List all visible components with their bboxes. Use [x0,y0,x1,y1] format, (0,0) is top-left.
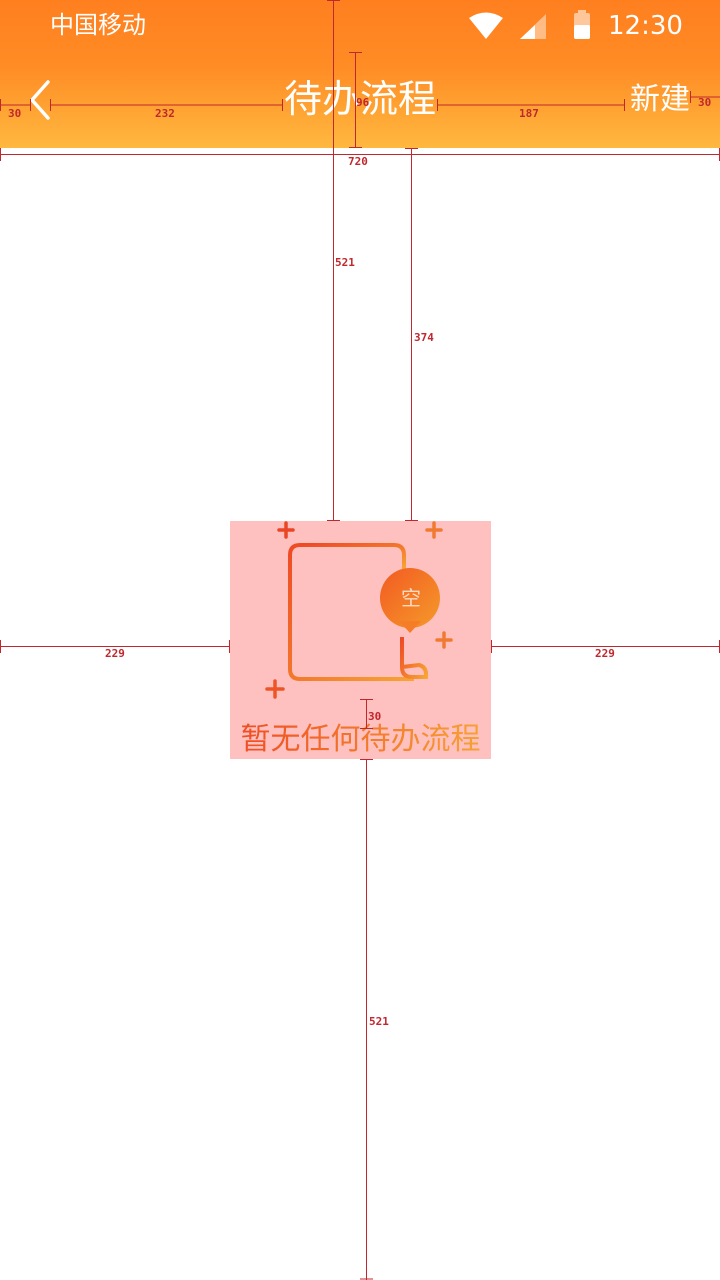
empty-badge-label: 空 [401,586,421,610]
page-title: 待办流程 [283,77,436,121]
new-button[interactable]: 新建 [630,80,690,120]
status-bar: 中国移动 12:30 [0,0,720,52]
empty-message: 暂无任何待办流程 [230,721,491,759]
dim-label-screen-width: 720 [348,155,368,168]
empty-state: 空 暂无任何待办流程 [230,521,491,759]
clock: 12:30 [608,11,683,41]
empty-document-icon [265,521,453,699]
signal-icon [520,14,546,39]
dim-label-text-bottom: 521 [369,1015,389,1028]
app-header: 中国移动 12:30 待办流程 新建 [0,0,720,148]
dim-label-icon-right: 229 [595,647,615,660]
dim-label-icon-left: 229 [105,647,125,660]
nav-bar: 待办流程 新建 [0,52,720,148]
wifi-icon [469,12,503,39]
dim-label-icon-top-bar: 374 [414,331,434,344]
dim-label-icon-top: 521 [335,256,355,269]
carrier-label: 中国移动 [50,11,146,39]
battery-icon [574,10,590,39]
